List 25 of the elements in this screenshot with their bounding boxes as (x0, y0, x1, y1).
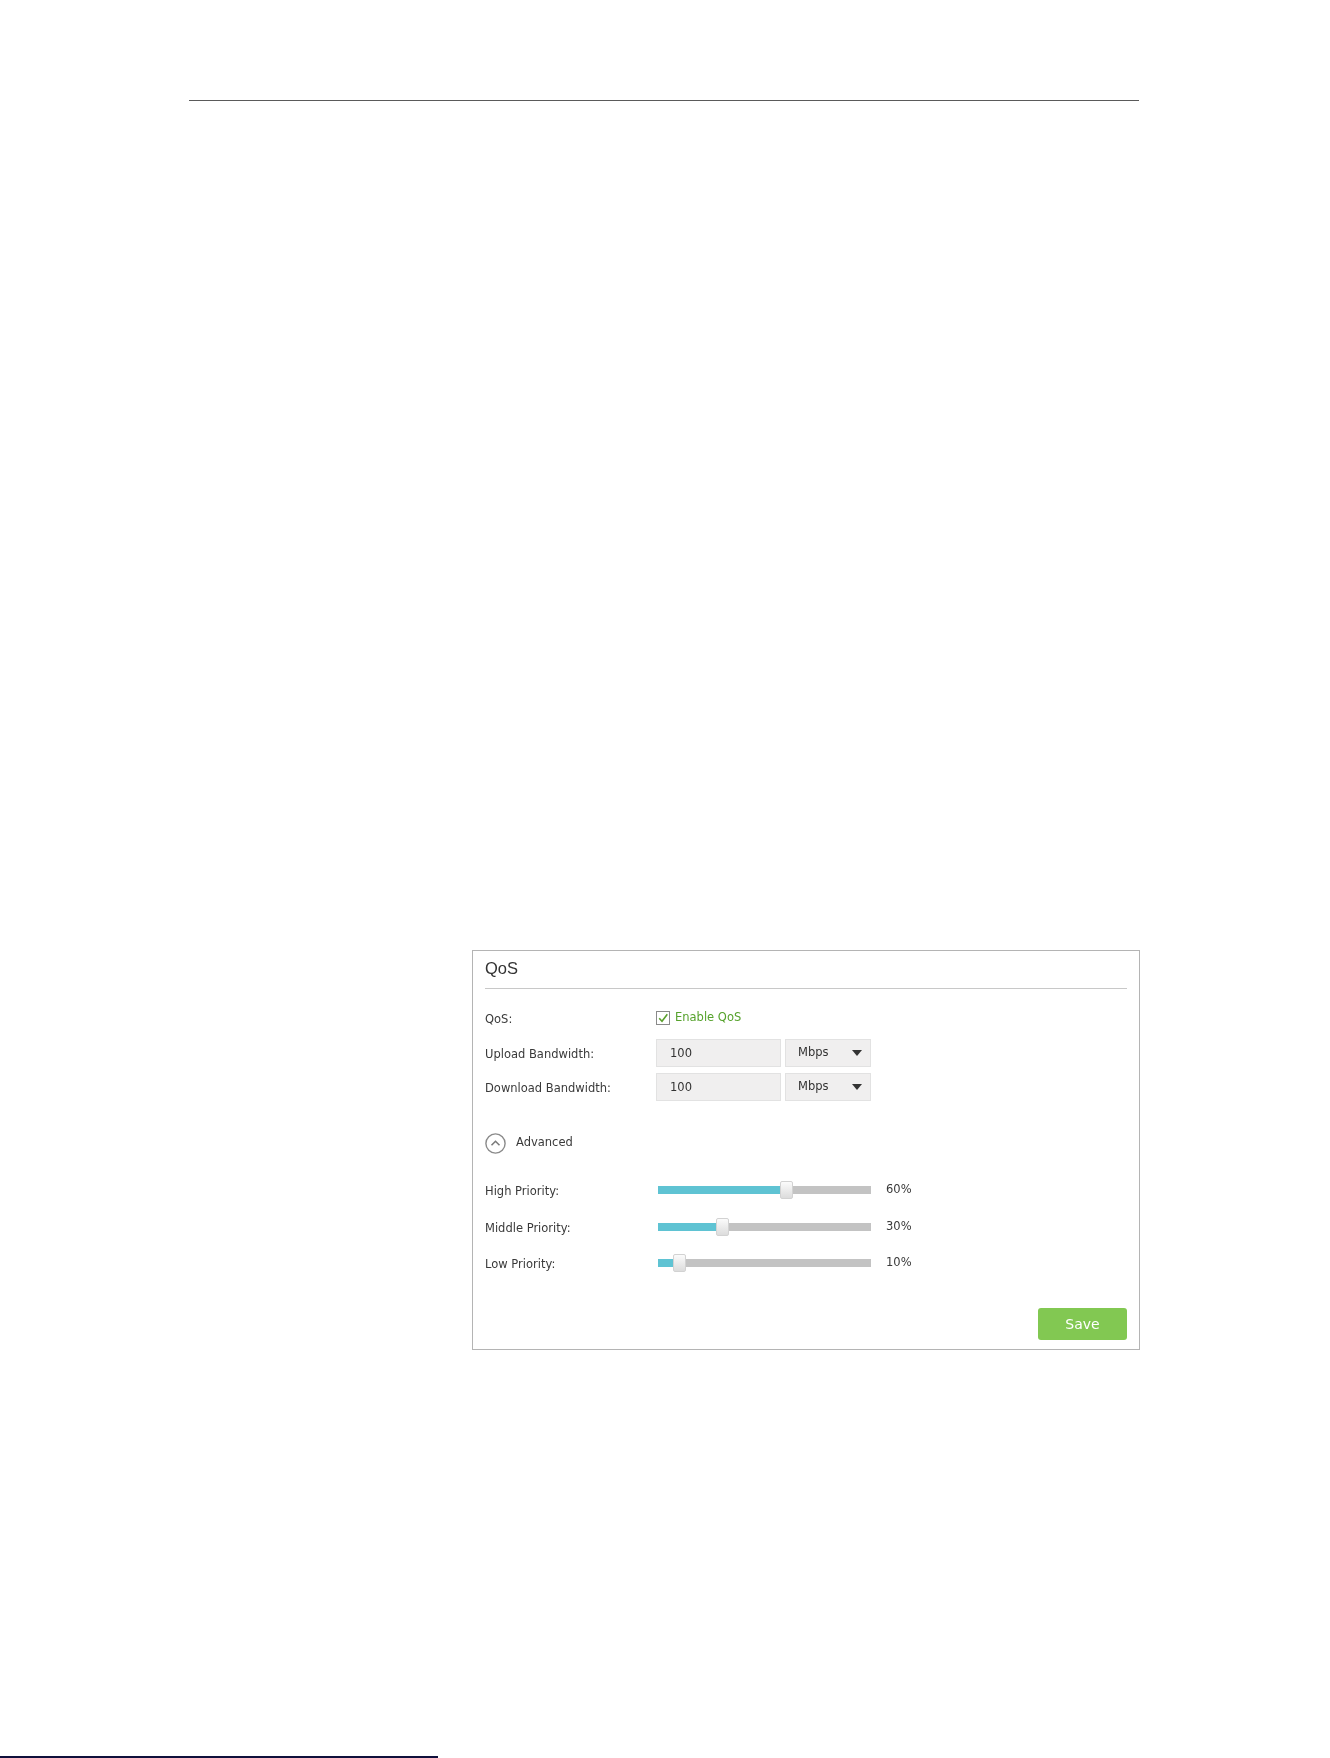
percent-value: 60% (886, 1181, 912, 1199)
percent-value: 30% (886, 1218, 912, 1236)
priority-slider[interactable] (658, 1254, 871, 1272)
panel-title: QoS (485, 958, 519, 978)
checkbox[interactable] (656, 1011, 670, 1025)
slider-handle[interactable] (779, 1181, 793, 1199)
percent-value: 10% (886, 1254, 912, 1272)
bandwidth-field[interactable]: 100 (656, 1073, 781, 1101)
unit-dropdown[interactable]: Mbps (785, 1039, 871, 1067)
unit-dropdown[interactable]: Mbps (785, 1073, 871, 1101)
checkbox-label: Enable QoS (675, 1009, 742, 1027)
caret-icon (852, 1050, 862, 1056)
slider-handle[interactable] (673, 1254, 687, 1272)
priority-slider[interactable] (658, 1218, 871, 1236)
field-label: Download Bandwidth: (485, 1081, 611, 1095)
field-label: Low Priority: (485, 1257, 556, 1271)
caret-icon (852, 1084, 862, 1090)
field-label: High Priority: (485, 1184, 560, 1198)
priority-slider[interactable] (658, 1181, 871, 1199)
field-label: Middle Priority: (485, 1221, 571, 1235)
bandwidth-field[interactable]: 100 (656, 1039, 781, 1067)
field-label: Upload Bandwidth: (485, 1047, 595, 1061)
field-label: QoS: (485, 1012, 513, 1026)
advanced-toggle[interactable]: Advanced (485, 1132, 573, 1154)
slider-handle[interactable] (715, 1218, 729, 1236)
